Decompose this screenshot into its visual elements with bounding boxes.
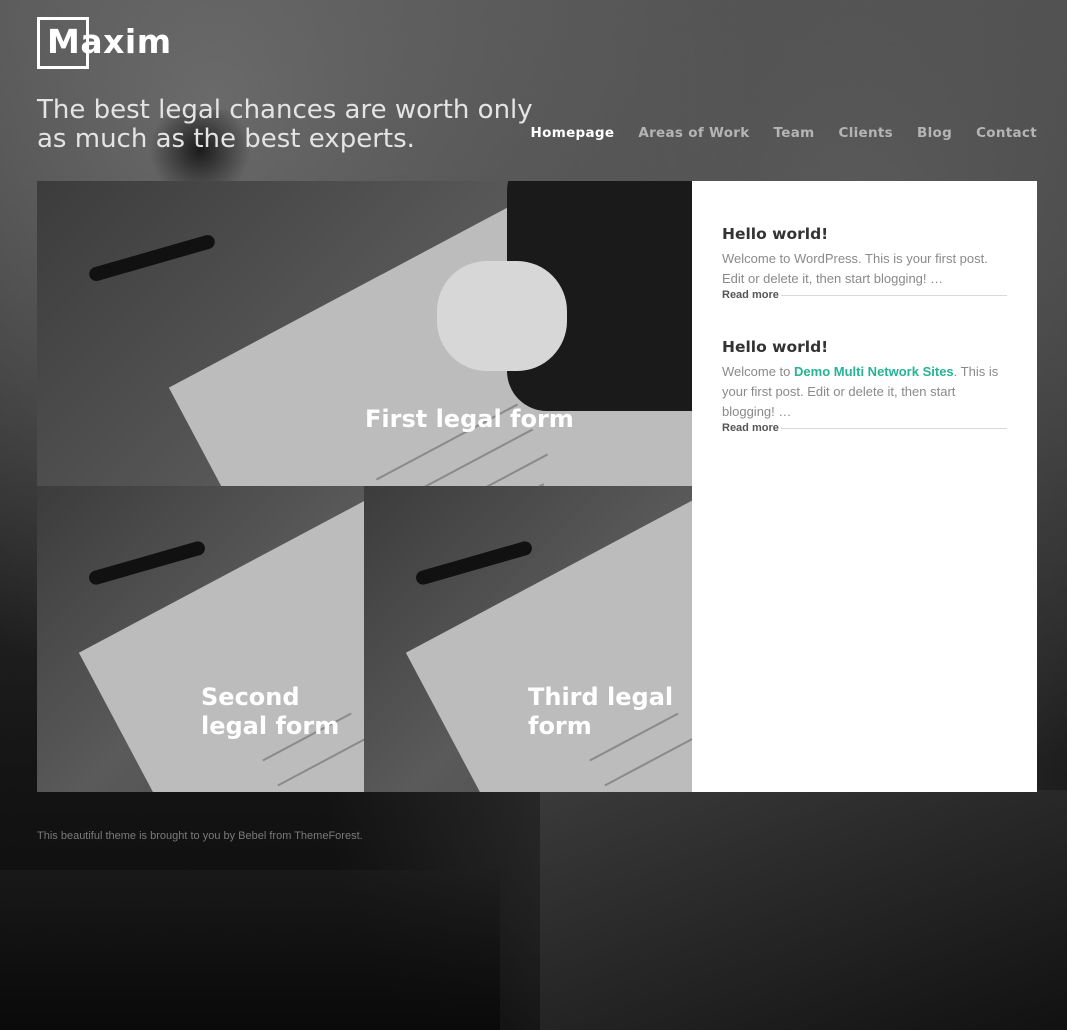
pen-image <box>87 539 207 587</box>
document-image <box>405 486 692 792</box>
read-more-link[interactable]: Read more <box>722 289 779 301</box>
read-more-row: Read more <box>722 422 1007 434</box>
site-tagline: The best legal chances are worth only as… <box>37 95 533 154</box>
read-more-row: Read more <box>722 289 1007 301</box>
post-excerpt: Welcome to Demo Multi Network Sites. Thi… <box>722 362 1007 422</box>
nav-item-contact[interactable]: Contact <box>976 125 1037 141</box>
pen-image <box>414 539 534 587</box>
nav-item-blog[interactable]: Blog <box>917 125 952 141</box>
hand-image <box>437 261 567 371</box>
document-image <box>78 486 364 792</box>
nav-item-team[interactable]: Team <box>774 125 815 141</box>
tile-third-legal-form[interactable]: Third legal form <box>364 486 692 792</box>
post-item: Hello world! Welcome to WordPress. This … <box>722 225 1007 301</box>
main-nav: Homepage Areas of Work Team Clients Blog… <box>531 125 1037 141</box>
logo[interactable]: Maxim <box>47 22 172 61</box>
post-title[interactable]: Hello world! <box>722 338 1007 356</box>
post-item: Hello world! Welcome to Demo Multi Netwo… <box>722 338 1007 434</box>
excerpt-link[interactable]: Demo Multi Network Sites <box>794 364 954 379</box>
read-more-link[interactable]: Read more <box>722 422 779 434</box>
post-title[interactable]: Hello world! <box>722 225 1007 243</box>
recent-posts-sidebar: Hello world! Welcome to WordPress. This … <box>692 181 1037 792</box>
tile-first-legal-form[interactable]: First legal form <box>37 181 692 486</box>
excerpt-prefix: Welcome to <box>722 364 795 379</box>
tile-title: First legal form <box>365 405 574 433</box>
nav-item-areas-of-work[interactable]: Areas of Work <box>638 125 749 141</box>
tile-second-legal-form[interactable]: Second legal form <box>37 486 364 792</box>
divider <box>780 294 1007 296</box>
post-excerpt: Welcome to WordPress. This is your first… <box>722 251 988 286</box>
nav-item-homepage[interactable]: Homepage <box>531 125 615 141</box>
nav-item-clients[interactable]: Clients <box>838 125 893 141</box>
divider <box>780 427 1007 429</box>
footer-credit: This beautiful theme is brought to you b… <box>37 830 363 842</box>
pen-image <box>87 233 217 283</box>
tile-title: Second legal form <box>201 683 340 740</box>
tile-title: Third legal form <box>528 683 674 740</box>
